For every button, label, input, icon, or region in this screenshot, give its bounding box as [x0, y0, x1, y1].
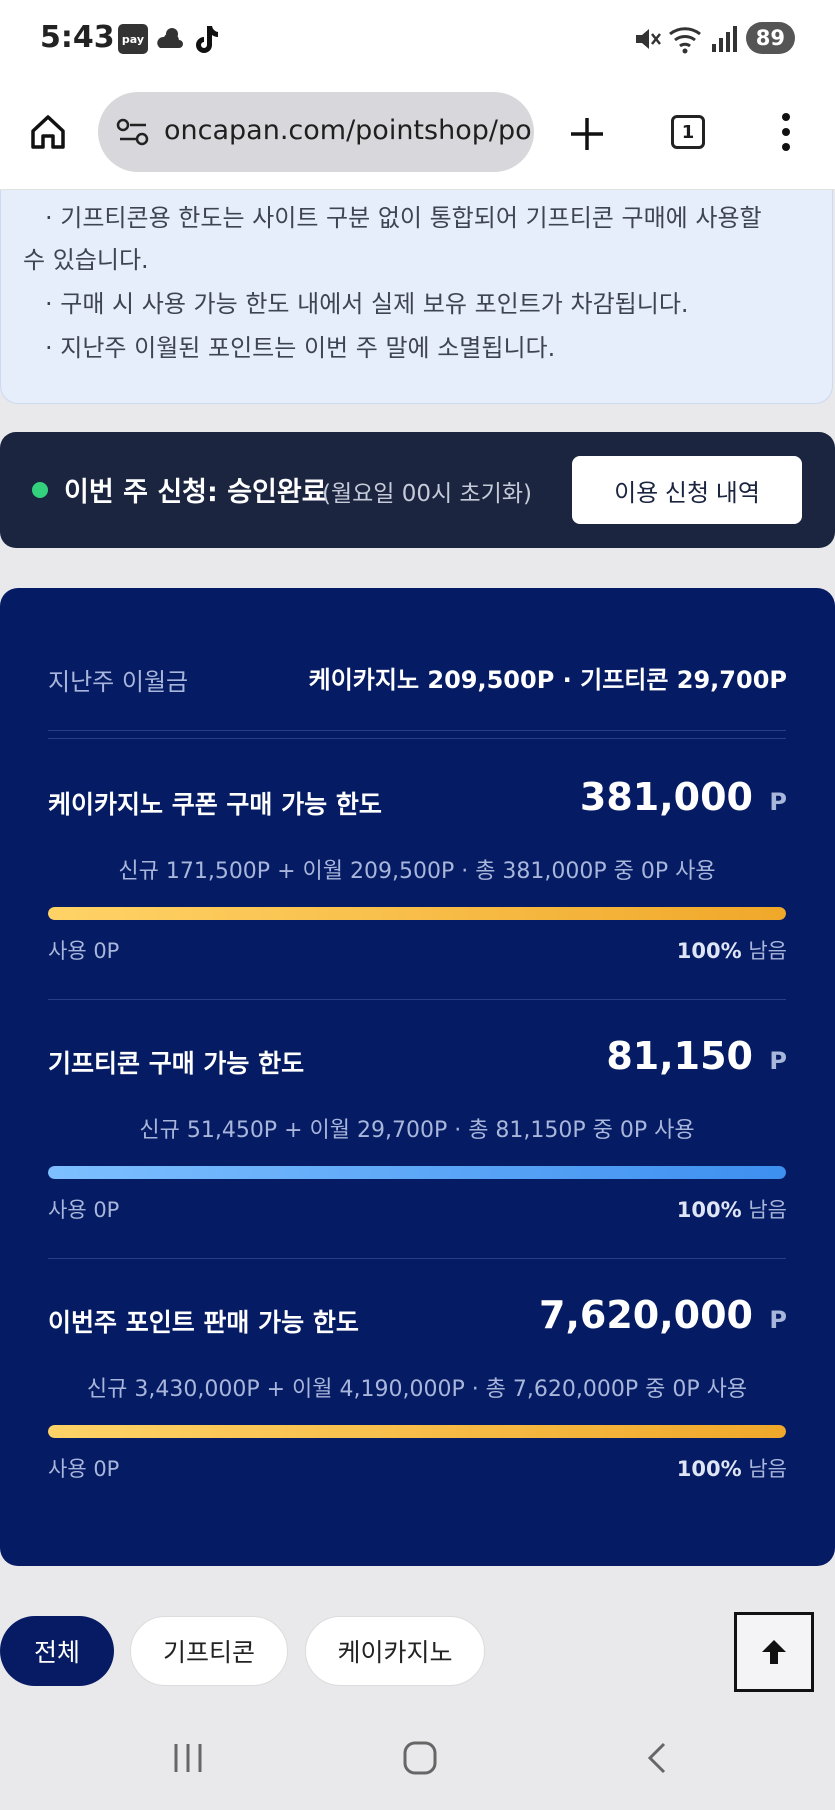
notice-line: · 지난주 이월된 포인트는 이번 주 말에 소멸됩니다. — [45, 334, 556, 362]
kcasino-limit-used: 사용 0P — [48, 939, 120, 963]
gifticon-limit-unit: P — [769, 1047, 787, 1075]
home-nav-icon[interactable] — [400, 1738, 440, 1778]
gifticon-limit-remaining: 100% 남음 — [676, 1198, 787, 1222]
divider — [48, 1258, 786, 1259]
more-menu-icon[interactable] — [776, 111, 796, 153]
new-tab-icon[interactable] — [567, 114, 607, 154]
point-sale-limit-progress — [48, 1425, 786, 1438]
wifi-icon — [669, 27, 701, 54]
weekly-status-label: 이번 주 신청: 승인완료 — [64, 477, 327, 508]
filter-all-chip[interactable]: 전체 — [0, 1616, 114, 1686]
usage-history-button[interactable]: 이용 신청 내역 — [572, 456, 802, 524]
tiktok-icon — [196, 26, 218, 53]
kcasino-limit-breakdown: 신규 171,500P + 이월 209,500P · 총 381,000P 중… — [118, 859, 716, 884]
filter-kcasino-chip[interactable]: 케이카지노 — [305, 1616, 485, 1686]
point-sale-limit-remaining: 100% 남음 — [676, 1457, 787, 1481]
progress-fill — [48, 907, 786, 920]
point-sale-limit-amount: 7,620,000 — [539, 1293, 753, 1337]
arrow-up-icon — [762, 1640, 786, 1664]
site-settings-icon[interactable] — [116, 117, 150, 147]
kcasino-limit-amount: 381,000 — [579, 775, 753, 819]
carryover-label: 지난주 이월금 — [48, 668, 189, 696]
gifticon-limit-title: 기프티콘 구매 가능 한도 — [48, 1049, 305, 1078]
scroll-to-top-button[interactable] — [734, 1612, 814, 1692]
point-sale-limit-title: 이번주 포인트 판매 가능 한도 — [48, 1308, 359, 1337]
kcasino-limit-progress — [48, 907, 786, 920]
kcasino-limit-remaining: 100% 남음 — [676, 939, 787, 963]
status-bar: 5:43 pay 89 — [0, 0, 835, 78]
notice-line: · 기프티콘용 한도는 사이트 구분 없이 통합되어 기프티콘 구매에 사용할 — [45, 204, 762, 232]
kcasino-limit-title: 케이카지노 쿠폰 구매 가능 한도 — [48, 790, 382, 819]
signal-icon — [712, 26, 737, 52]
point-sale-limit-unit: P — [769, 1306, 787, 1334]
divider — [48, 730, 786, 731]
notice-line: · 구매 시 사용 가능 한도 내에서 실제 보유 포인트가 차감됩니다. — [45, 290, 689, 318]
pay-app-icon: pay — [118, 24, 148, 54]
divider — [48, 738, 786, 739]
address-bar[interactable]: oncapan.com/pointshop/point — [98, 92, 534, 172]
carryover-value: 케이카지노 209,500P · 기프티콘 29,700P — [308, 666, 787, 694]
approval-status-dot — [32, 482, 48, 498]
point-sale-limit-used: 사용 0P — [48, 1457, 120, 1481]
divider — [48, 999, 786, 1000]
system-nav-bar — [0, 1712, 835, 1810]
weekly-status-card: 이번 주 신청: 승인완료 (월요일 00시 초기화) 이용 신청 내역 — [0, 432, 835, 548]
battery-indicator: 89 — [745, 22, 795, 54]
gifticon-limit-progress — [48, 1166, 786, 1179]
back-icon[interactable] — [640, 1740, 676, 1776]
recent-apps-icon[interactable] — [170, 1740, 206, 1776]
mute-icon — [636, 29, 661, 49]
gifticon-limit-breakdown: 신규 51,450P + 이월 29,700P · 총 81,150P 중 0P… — [139, 1118, 695, 1143]
tab-switcher-button[interactable]: 1 — [671, 115, 705, 149]
home-icon[interactable] — [28, 112, 68, 152]
kcasino-limit-unit: P — [769, 788, 787, 816]
notice-line: 수 있습니다. — [23, 246, 149, 274]
progress-fill — [48, 1166, 786, 1179]
filter-gifticon-chip[interactable]: 기프티콘 — [130, 1616, 288, 1686]
progress-fill — [48, 1425, 786, 1438]
gifticon-limit-used: 사용 0P — [48, 1198, 120, 1222]
browser-toolbar: oncapan.com/pointshop/point 1 — [0, 78, 835, 190]
url-text: oncapan.com/pointshop/point — [164, 115, 534, 146]
weather-icon — [157, 28, 183, 48]
point-sale-limit-breakdown: 신규 3,430,000P + 이월 4,190,000P · 총 7,620,… — [86, 1377, 748, 1402]
status-time: 5:43 — [40, 20, 115, 55]
gifticon-limit-amount: 81,150 — [606, 1034, 753, 1078]
notice-box: · 기프티콘용 한도는 사이트 구분 없이 통합되어 기프티콘 구매에 사용할 … — [0, 190, 833, 404]
reset-note: (월요일 00시 초기화) — [322, 481, 532, 507]
